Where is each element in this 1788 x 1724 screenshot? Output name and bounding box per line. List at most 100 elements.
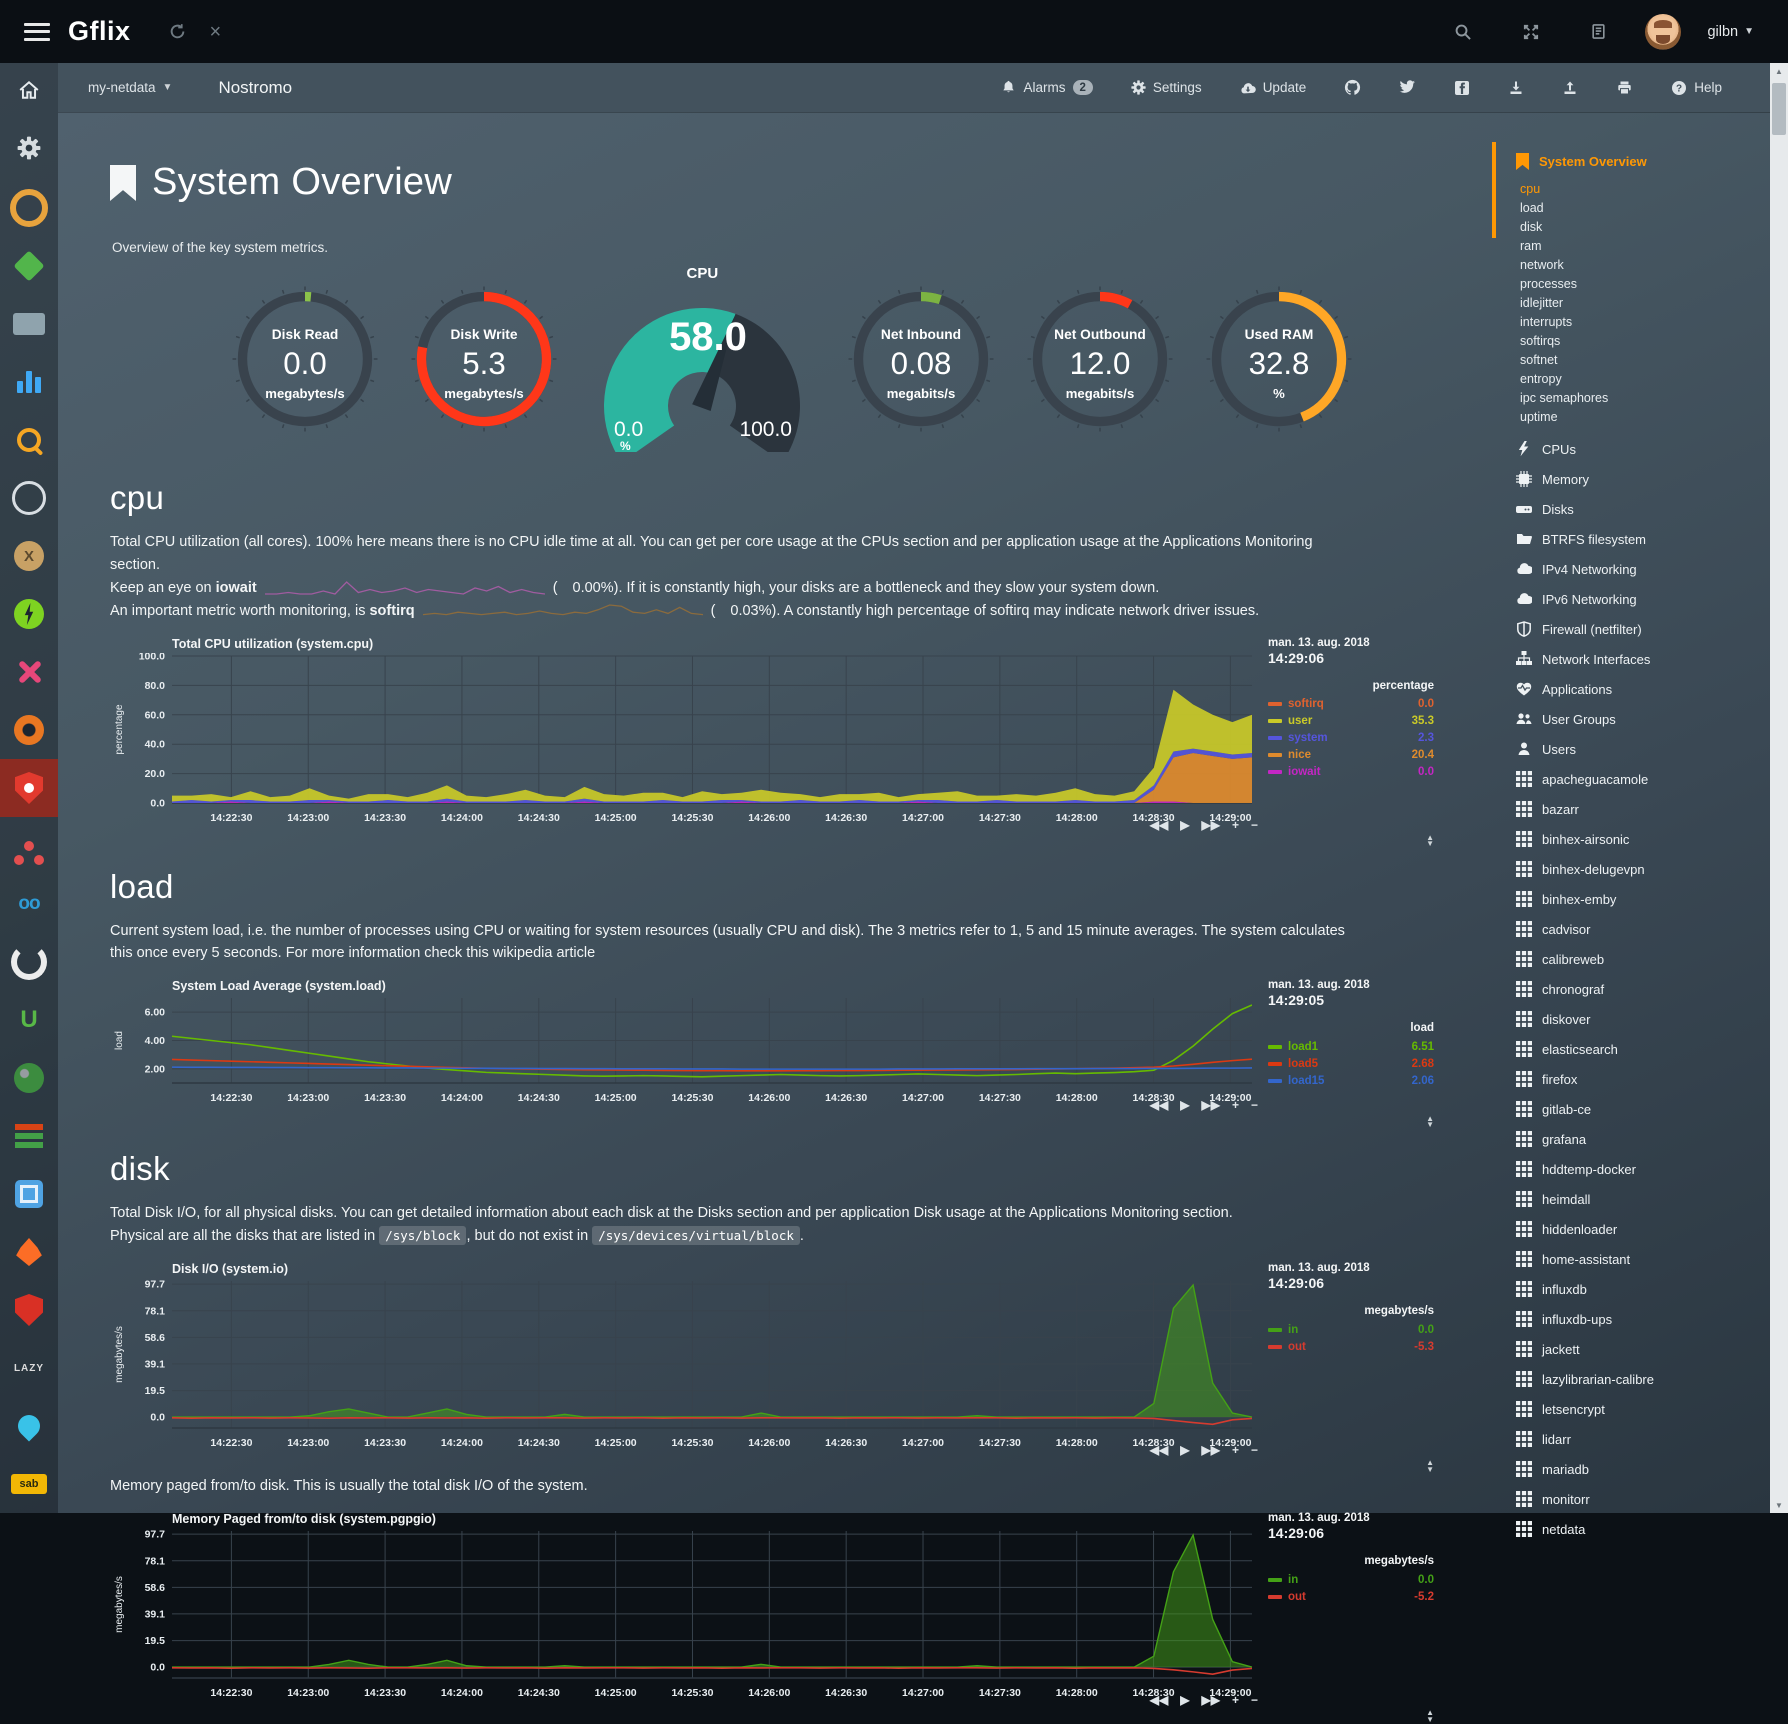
gauge-cpu[interactable]: CPU58.00.0100.0% xyxy=(588,265,816,452)
pan-backward-button[interactable]: ◀◀ xyxy=(1150,1443,1168,1457)
scrollbar-thumb[interactable] xyxy=(1772,83,1786,135)
app-tab-16[interactable]: U xyxy=(0,991,58,1049)
menu-section-cpus[interactable]: CPUs xyxy=(1516,434,1788,464)
menu-section-bazarr[interactable]: bazarr xyxy=(1516,794,1788,824)
menu-section-netdata[interactable]: netdata xyxy=(1516,1514,1788,1544)
pan-backward-button[interactable]: ◀◀ xyxy=(1150,818,1168,832)
play-button[interactable]: ▶ xyxy=(1180,1443,1189,1457)
menu-section-elasticsearch[interactable]: elasticsearch xyxy=(1516,1034,1788,1064)
menu-item-processes[interactable]: processes xyxy=(1520,274,1788,293)
pan-forward-button[interactable]: ▶▶ xyxy=(1202,1693,1220,1707)
menu-section-mariadb[interactable]: mariadb xyxy=(1516,1454,1788,1484)
search-icon[interactable] xyxy=(1454,23,1472,41)
hamburger-menu-icon[interactable] xyxy=(24,23,50,41)
legend-row-load5[interactable]: load52.68 xyxy=(1268,1055,1436,1072)
menu-section-influxdb-ups[interactable]: influxdb-ups xyxy=(1516,1304,1788,1334)
twitter-button[interactable] xyxy=(1399,80,1416,95)
gauge-net-outbound[interactable]: Net Outbound12.0megabits/s xyxy=(1025,284,1175,434)
gauge-used-ram[interactable]: Used RAM32.8% xyxy=(1204,284,1354,434)
menu-section-grafana[interactable]: grafana xyxy=(1516,1124,1788,1154)
legend-row-in[interactable]: in0.0 xyxy=(1268,1571,1436,1588)
app-tab-21[interactable]: ↓ xyxy=(0,1281,58,1339)
app-tab-23[interactable] xyxy=(0,1397,58,1455)
app-tab-18[interactable] xyxy=(0,1107,58,1165)
menu-item-softirqs[interactable]: softirqs xyxy=(1520,331,1788,350)
github-button[interactable] xyxy=(1344,79,1361,96)
legend-row-in[interactable]: in0.0 xyxy=(1268,1321,1436,1338)
menu-section-monitorr[interactable]: monitorr xyxy=(1516,1484,1788,1514)
menu-section-user-groups[interactable]: User Groups xyxy=(1516,704,1788,734)
menu-section-applications[interactable]: Applications xyxy=(1516,674,1788,704)
app-tab-2[interactable] xyxy=(0,179,58,237)
settings-tab[interactable] xyxy=(0,121,58,179)
refresh-icon[interactable] xyxy=(169,23,186,40)
menu-section-binhex-delugevpn[interactable]: binhex-delugevpn xyxy=(1516,854,1788,884)
app-tab-10[interactable] xyxy=(0,643,58,701)
facebook-button[interactable] xyxy=(1454,80,1470,96)
menu-section-firewall-netfilter-[interactable]: Firewall (netfilter) xyxy=(1516,614,1788,644)
menu-item-softnet[interactable]: softnet xyxy=(1520,350,1788,369)
close-tab-icon[interactable]: × xyxy=(210,22,222,42)
zoom-in-button[interactable]: + xyxy=(1232,1693,1239,1707)
export-snapshot-button[interactable] xyxy=(1508,80,1524,96)
print-button[interactable] xyxy=(1616,80,1633,96)
menu-section-lazylibrarian-calibre[interactable]: lazylibrarian-calibre xyxy=(1516,1364,1788,1394)
scrollbar-up-arrow[interactable]: ▲ xyxy=(1770,63,1788,79)
zoom-in-button[interactable]: + xyxy=(1232,1098,1239,1112)
menu-section-hiddenloader[interactable]: hiddenloader xyxy=(1516,1214,1788,1244)
menu-section-chronograf[interactable]: chronograf xyxy=(1516,974,1788,1004)
app-tab-17[interactable] xyxy=(0,1049,58,1107)
app-tab-24[interactable]: sab xyxy=(0,1455,58,1513)
menu-item-network[interactable]: network xyxy=(1520,255,1788,274)
chart-resize-handle[interactable]: ▲▼ xyxy=(1426,835,1434,848)
legend-row-out[interactable]: out-5.2 xyxy=(1268,1588,1436,1605)
menu-section-home-assistant[interactable]: home-assistant xyxy=(1516,1244,1788,1274)
menu-item-idlejitter[interactable]: idlejitter xyxy=(1520,293,1788,312)
help-button[interactable]: ? Help xyxy=(1671,80,1722,96)
play-button[interactable]: ▶ xyxy=(1180,818,1189,832)
menu-section-firefox[interactable]: firefox xyxy=(1516,1064,1788,1094)
home-tab[interactable] xyxy=(0,63,58,121)
menu-section-binhex-airsonic[interactable]: binhex-airsonic xyxy=(1516,824,1788,854)
app-tab-11[interactable] xyxy=(0,701,58,759)
app-tab-3[interactable] xyxy=(0,237,58,295)
menu-section-ipv6-networking[interactable]: IPv6 Networking xyxy=(1516,584,1788,614)
menu-section-network-interfaces[interactable]: Network Interfaces xyxy=(1516,644,1788,674)
app-tab-7[interactable] xyxy=(0,469,58,527)
wikipedia-link[interactable]: wikipedia article xyxy=(493,945,595,961)
scrollbar-down-arrow[interactable]: ▼ xyxy=(1770,1497,1788,1513)
menu-section-hddtemp-docker[interactable]: hddtemp-docker xyxy=(1516,1154,1788,1184)
app-tab-20[interactable] xyxy=(0,1223,58,1281)
menu-item-ram[interactable]: ram xyxy=(1520,236,1788,255)
menu-item-uptime[interactable]: uptime xyxy=(1520,407,1788,426)
changelog-icon[interactable] xyxy=(1590,23,1607,40)
pan-forward-button[interactable]: ▶▶ xyxy=(1202,1443,1220,1457)
import-snapshot-button[interactable] xyxy=(1562,80,1578,96)
user-avatar[interactable] xyxy=(1645,14,1681,50)
chart-system-cpu[interactable]: Total CPU utilization (system.cpu)0.020.… xyxy=(110,637,1474,834)
user-menu[interactable]: gilbn ▼ xyxy=(1707,24,1754,40)
chart-system-load[interactable]: System Load Average (system.load)2.004.0… xyxy=(110,979,1474,1114)
menu-section-calibreweb[interactable]: calibreweb xyxy=(1516,944,1788,974)
menu-section-memory[interactable]: Memory xyxy=(1516,464,1788,494)
menu-section-users[interactable]: Users xyxy=(1516,734,1788,764)
play-button[interactable]: ▶ xyxy=(1180,1098,1189,1112)
menu-section-heimdall[interactable]: heimdall xyxy=(1516,1184,1788,1214)
app-tab-8[interactable]: X xyxy=(0,527,58,585)
menu-section-influxdb[interactable]: influxdb xyxy=(1516,1274,1788,1304)
legend-row-load15[interactable]: load152.06 xyxy=(1268,1072,1436,1089)
legend-row-out[interactable]: out-5.3 xyxy=(1268,1338,1436,1355)
legend-row-load1[interactable]: load16.51 xyxy=(1268,1038,1436,1055)
menu-item-entropy[interactable]: entropy xyxy=(1520,369,1788,388)
app-tab-22[interactable]: LAZY xyxy=(0,1339,58,1397)
legend-row-softirq[interactable]: softirq0.0 xyxy=(1268,696,1436,713)
legend-row-system[interactable]: system2.3 xyxy=(1268,730,1436,747)
zoom-in-button[interactable]: + xyxy=(1232,818,1239,832)
menu-section-apacheguacamole[interactable]: apacheguacamole xyxy=(1516,764,1788,794)
menu-section-cadvisor[interactable]: cadvisor xyxy=(1516,914,1788,944)
menu-item-ipc-semaphores[interactable]: ipc semaphores xyxy=(1520,388,1788,407)
chart-system-io[interactable]: Disk I/O (system.io)0.019.539.158.678.19… xyxy=(110,1262,1474,1459)
pan-forward-button[interactable]: ▶▶ xyxy=(1202,1098,1220,1112)
menu-item-interrupts[interactable]: interrupts xyxy=(1520,312,1788,331)
page-scrollbar[interactable]: ▲ ▼ xyxy=(1770,63,1788,1513)
